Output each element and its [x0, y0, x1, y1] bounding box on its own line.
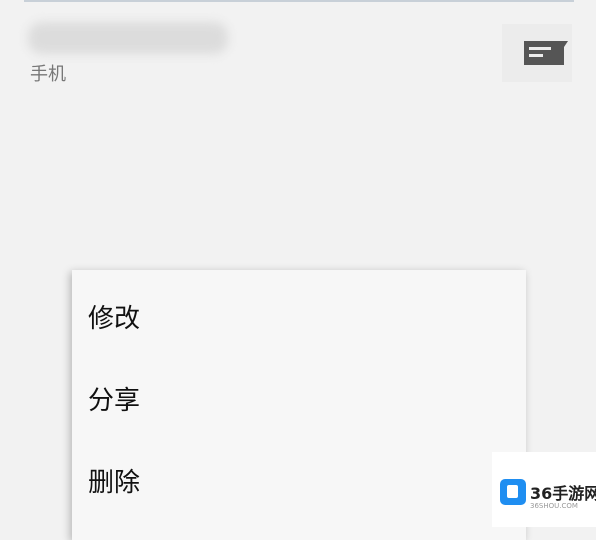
menu-item-share[interactable]: 分享: [72, 356, 526, 438]
watermark-logo: 36手游网 36SHOU.COM: [492, 452, 596, 527]
contact-row[interactable]: ███████████ 手机: [0, 2, 596, 102]
watermark-url: 36SHOU.COM: [530, 502, 578, 510]
watermark-text: 36手游网: [530, 484, 596, 503]
menu-item-label: 修改: [88, 304, 141, 334]
menu-item-edit[interactable]: 修改: [72, 274, 526, 356]
context-menu: 修改 分享 删除: [72, 270, 526, 540]
message-button[interactable]: [502, 24, 572, 82]
message-icon: [524, 41, 568, 65]
menu-item-label: 删除: [88, 468, 141, 498]
contact-name-blurred: ███████████: [28, 22, 228, 54]
cube-logo-icon: [500, 479, 526, 505]
menu-item-label: 分享: [88, 386, 141, 416]
menu-item-delete[interactable]: 删除: [72, 438, 526, 520]
contact-subtitle: 手机: [30, 64, 66, 85]
